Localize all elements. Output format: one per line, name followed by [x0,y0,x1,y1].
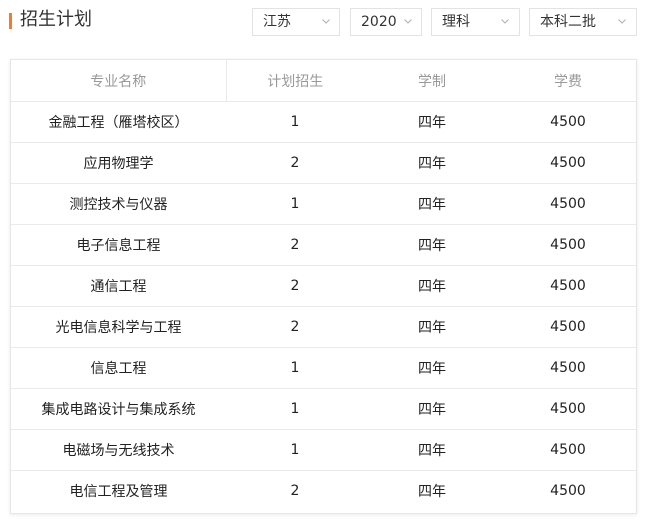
batch-select-value: 本科二批 [540,14,596,30]
plan-cell: 1 [226,388,364,430]
table-row: 光电信息科学与工程 2 四年 4500 [11,306,636,348]
enrollment-plan-table: 专业名称 计划招生 学制 学费 金融工程（雁塔校区） 1 四年 4500 应用物… [10,59,637,514]
table-row: 电信工程及管理 2 四年 4500 [11,471,636,512]
major-cell: 金融工程（雁塔校区） [11,101,226,143]
duration-cell: 四年 [364,306,500,348]
tuition-cell: 4500 [500,429,636,471]
major-cell: 集成电路设计与集成系统 [11,388,226,430]
chevron-down-icon [618,17,626,25]
plan-cell: 1 [226,101,364,143]
duration-cell: 四年 [364,265,500,307]
table-row: 电子信息工程 2 四年 4500 [11,224,636,266]
major-cell: 通信工程 [11,265,226,307]
major-cell: 信息工程 [11,347,226,389]
table-row: 集成电路设计与集成系统 1 四年 4500 [11,388,636,430]
duration-cell: 四年 [364,183,500,225]
column-header-duration: 学制 [364,60,500,102]
major-cell: 光电信息科学与工程 [11,306,226,348]
plan-cell: 2 [226,142,364,184]
year-select-value: 2020 [361,14,397,30]
column-header-major: 专业名称 [11,60,227,102]
tuition-cell: 4500 [500,347,636,389]
table-row: 通信工程 2 四年 4500 [11,265,636,307]
subject-select-value: 理科 [442,14,470,30]
duration-cell: 四年 [418,484,446,500]
tuition-cell: 4500 [500,388,636,430]
title-accent-bar [9,13,12,29]
tuition-cell: 4500 [550,483,586,499]
page-header: 招生计划 江苏 2020 理科 本科二批 [0,0,648,46]
tuition-cell: 4500 [500,265,636,307]
plan-cell: 2 [290,483,300,499]
duration-cell: 四年 [364,388,500,430]
major-cell: 测控技术与仪器 [11,183,226,225]
page-title: 招生计划 [20,9,92,30]
table-row: 应用物理学 2 四年 4500 [11,142,636,184]
subject-select[interactable]: 理科 [431,8,520,36]
plan-cell: 2 [226,265,364,307]
chevron-down-icon [404,17,412,25]
table-header-row: 专业名称 计划招生 学制 学费 [11,60,636,102]
tuition-cell: 4500 [500,142,636,184]
duration-cell: 四年 [364,347,500,389]
year-select[interactable]: 2020 [350,8,422,36]
tuition-cell: 4500 [500,101,636,143]
batch-select[interactable]: 本科二批 [529,8,637,36]
column-header-tuition: 学费 [500,60,636,102]
chevron-down-icon [322,17,330,25]
major-cell: 应用物理学 [11,142,226,184]
table-row: 信息工程 1 四年 4500 [11,347,636,389]
tuition-cell: 4500 [500,183,636,225]
tuition-cell: 4500 [500,224,636,266]
major-cell: 电磁场与无线技术 [11,429,226,471]
duration-cell: 四年 [364,429,500,471]
province-select-value: 江苏 [263,14,291,30]
plan-cell: 1 [226,429,364,471]
tuition-cell: 4500 [500,306,636,348]
plan-cell: 2 [226,306,364,348]
province-select[interactable]: 江苏 [252,8,340,36]
duration-cell: 四年 [364,142,500,184]
table-row: 金融工程（雁塔校区） 1 四年 4500 [11,101,636,143]
table-row: 测控技术与仪器 1 四年 4500 [11,183,636,225]
duration-cell: 四年 [364,101,500,143]
major-cell: 电子信息工程 [11,224,226,266]
plan-cell: 2 [226,224,364,266]
chevron-down-icon [501,17,509,25]
column-header-plan: 计划招生 [226,60,364,102]
table-row: 电磁场与无线技术 1 四年 4500 [11,429,636,471]
plan-cell: 1 [226,183,364,225]
duration-cell: 四年 [364,224,500,266]
plan-cell: 1 [226,347,364,389]
major-cell: 电信工程及管理 [69,484,168,500]
